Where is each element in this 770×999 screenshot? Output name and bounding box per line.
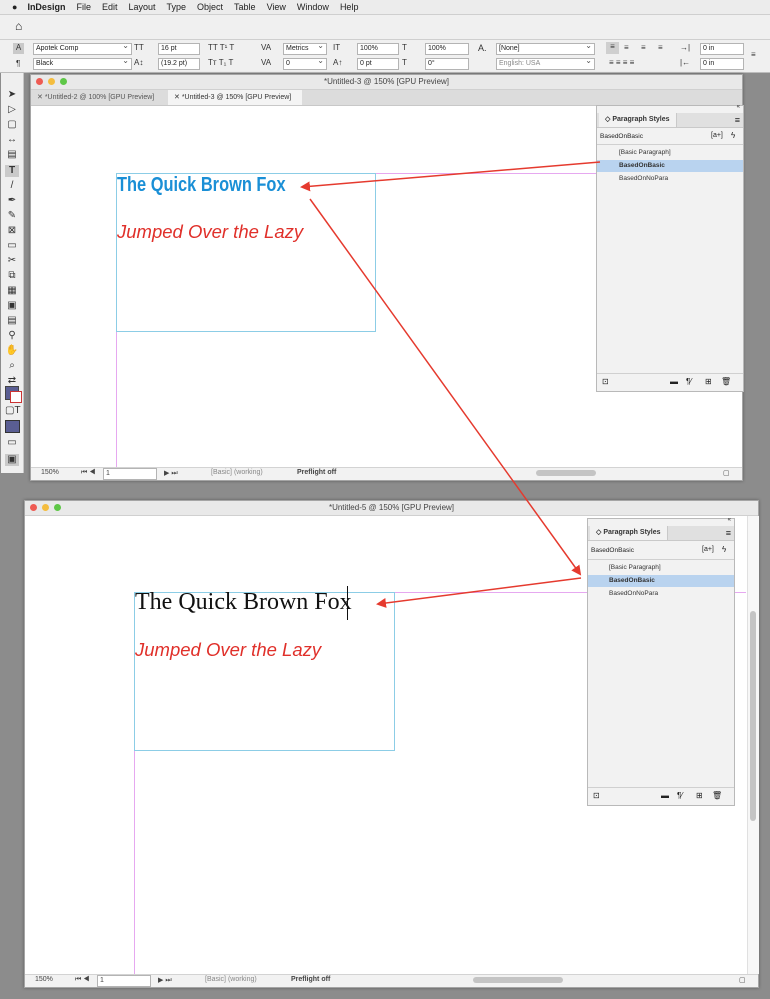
arrow-bottom-panel-to-headline [376,577,582,608]
annotation-arrows [300,161,601,608]
arrow-top-panel-to-headline [300,161,601,192]
arrow-top-headline-to-bottom-panel [309,198,582,576]
